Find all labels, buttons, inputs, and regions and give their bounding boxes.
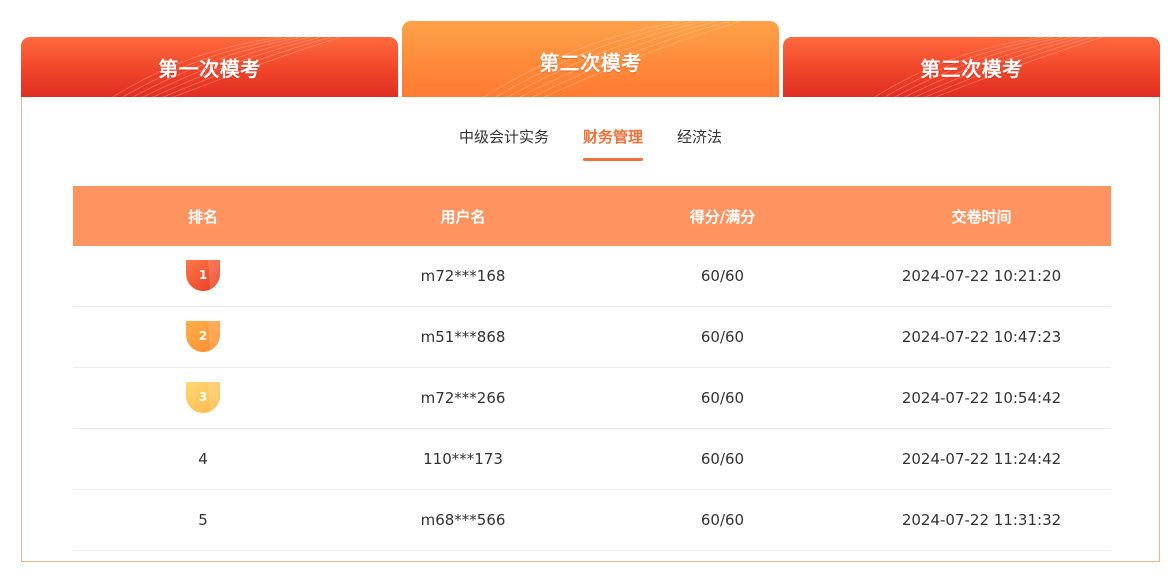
tab-second-mock-exam[interactable]: 第二次模考 <box>402 21 779 98</box>
medal-yellow-icon: 3 <box>186 382 220 414</box>
tab-financial-management[interactable]: 财务管理 <box>582 121 644 161</box>
header-username: 用户名 <box>440 207 486 226</box>
time-cell: 2024-07-22 10:54:42 <box>901 389 1062 407</box>
username-cell: m72***168 <box>420 267 506 285</box>
exam-tab-bar: 第一次模考 第二次模考 第三次模考 <box>0 0 1176 98</box>
table-row: 4 110***173 60/60 2024-07-22 11:24:42 <box>73 429 1111 490</box>
table-row: 3 m72***266 60/60 2024-07-22 10:54:42 <box>73 368 1111 429</box>
time-cell: 2024-07-22 10:47:23 <box>901 328 1062 346</box>
score-cell: 60/60 <box>700 328 745 346</box>
score-cell: 60/60 <box>700 267 745 285</box>
rank-cell: 2 <box>73 321 333 353</box>
time-cell: 2024-07-22 11:31:32 <box>901 511 1062 529</box>
rank-cell: 1 <box>73 260 333 292</box>
medal-orange-icon: 2 <box>186 321 220 353</box>
ranking-table: 排名 用户名 得分/满分 交卷时间 1 m72***168 60/60 2024… <box>73 186 1111 551</box>
table-row: 5 m68***566 60/60 2024-07-22 11:31:32 <box>73 490 1111 551</box>
username-cell: m68***566 <box>420 511 506 529</box>
username-cell: m51***868 <box>420 328 506 346</box>
tab-first-mock-exam[interactable]: 第一次模考 <box>21 37 398 98</box>
username-cell: 110***173 <box>423 450 503 468</box>
table-header: 排名 用户名 得分/满分 交卷时间 <box>73 186 1111 246</box>
ranking-panel: 中级会计实务 财务管理 经济法 排名 用户名 得分/满分 交卷时间 1 m72*… <box>21 97 1160 562</box>
subject-tabs: 中级会计实务 财务管理 经济法 <box>22 121 1159 161</box>
tab-label: 第一次模考 <box>158 57 261 81</box>
time-cell: 2024-07-22 10:21:20 <box>901 267 1062 285</box>
score-cell: 60/60 <box>700 450 745 468</box>
username-cell: m72***266 <box>420 389 506 407</box>
rank-cell: 4 <box>198 450 208 468</box>
tab-label: 第二次模考 <box>539 51 642 75</box>
tab-third-mock-exam[interactable]: 第三次模考 <box>783 37 1160 98</box>
rank-cell: 3 <box>73 382 333 414</box>
score-cell: 60/60 <box>700 511 745 529</box>
medal-gold-icon: 1 <box>186 260 220 292</box>
medal-number: 3 <box>198 390 208 404</box>
time-cell: 2024-07-22 11:24:42 <box>901 450 1062 468</box>
header-submit-time: 交卷时间 <box>951 207 1012 226</box>
medal-number: 2 <box>198 329 208 343</box>
tab-label: 第三次模考 <box>920 57 1023 81</box>
tab-economic-law[interactable]: 经济法 <box>677 121 722 161</box>
table-row: 2 m51***868 60/60 2024-07-22 10:47:23 <box>73 307 1111 368</box>
table-row: 1 m72***168 60/60 2024-07-22 10:21:20 <box>73 246 1111 307</box>
header-score: 得分/满分 <box>689 207 756 226</box>
score-cell: 60/60 <box>700 389 745 407</box>
header-rank: 排名 <box>187 207 218 226</box>
medal-number: 1 <box>198 268 208 282</box>
rank-cell: 5 <box>198 511 208 529</box>
tab-intermediate-accounting[interactable]: 中级会计实务 <box>459 121 549 161</box>
